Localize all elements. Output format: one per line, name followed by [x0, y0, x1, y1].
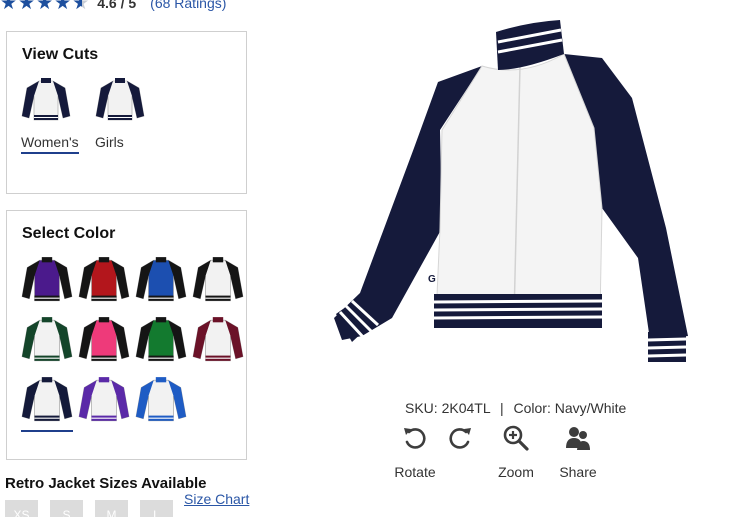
color-swatch[interactable]: [78, 375, 130, 427]
jacket-swatch-icon: [78, 377, 130, 422]
sizes-heading: Retro Jacket Sizes Available: [5, 475, 207, 492]
color-value: Navy/White: [554, 400, 627, 416]
color-swatch[interactable]: [21, 315, 73, 367]
sku-color-line: SKU: 2K04TL | Color: Navy/White: [405, 400, 626, 416]
jacket-swatch-icon: [78, 257, 130, 302]
select-color-title: Select Color: [22, 225, 116, 242]
jacket-swatch-icon: [21, 317, 73, 362]
sku-label: SKU:: [405, 400, 438, 416]
jacket-thumbnail-icon: [95, 78, 145, 121]
rating-summary: ★ ★ ★ ★ ★ 4.6 / 5 (68 Ratings): [0, 0, 226, 13]
ratings-count-link[interactable]: (68 Ratings): [150, 0, 226, 11]
svg-text:G: G: [428, 274, 436, 285]
size-chart-link[interactable]: Size Chart: [184, 491, 249, 507]
zoom-button[interactable]: Zoom: [486, 424, 546, 480]
color-swatch[interactable]: [135, 255, 187, 307]
rotate-right-icon: [449, 428, 471, 449]
jacket-swatch-icon: [135, 257, 187, 302]
jacket-swatch-icon: [21, 257, 73, 302]
color-label: Color:: [513, 400, 551, 416]
jacket-thumbnail-icon: [21, 78, 71, 121]
color-swatch[interactable]: [78, 315, 130, 367]
cut-label: Girls: [95, 134, 124, 150]
share-people-icon: [566, 427, 590, 450]
size-option-l[interactable]: L: [140, 500, 173, 517]
star-rating: ★ ★ ★ ★ ★: [0, 0, 89, 13]
rotate-right-button[interactable]: [430, 424, 490, 452]
zoom-in-icon: [503, 425, 529, 451]
cut-label: Women's: [21, 134, 79, 154]
jacket-swatch-icon: [192, 257, 244, 302]
size-option-m[interactable]: M: [95, 500, 128, 517]
star-icon: ★: [54, 0, 72, 14]
color-swatch[interactable]: [135, 375, 187, 427]
star-icon: ★: [36, 0, 54, 14]
view-cuts-title: View Cuts: [22, 46, 99, 63]
separator: |: [499, 400, 504, 416]
color-swatch[interactable]: [192, 315, 244, 367]
color-swatch[interactable]: [21, 375, 73, 432]
size-option-s[interactable]: S: [50, 500, 83, 517]
rating-value: 4.6 / 5: [97, 0, 137, 11]
color-swatch[interactable]: [78, 255, 130, 307]
cut-option-girls[interactable]: Girls: [95, 76, 155, 152]
view-cuts-panel: View Cuts Women's Girls: [6, 31, 247, 194]
size-option-xs[interactable]: XS: [5, 500, 38, 517]
star-icon: ★: [18, 0, 36, 14]
color-swatch[interactable]: [135, 315, 187, 367]
jacket-swatch-icon: [78, 317, 130, 362]
rotate-left-icon: [404, 428, 426, 449]
sku-value: 2K04TL: [441, 400, 491, 416]
jacket-swatch-icon: [192, 317, 244, 362]
color-swatch[interactable]: [21, 255, 73, 307]
share-button[interactable]: Share: [548, 424, 608, 480]
half-star-icon: ★: [72, 0, 89, 13]
star-icon: ★: [0, 0, 18, 14]
product-image[interactable]: G: [332, 18, 694, 370]
jacket-swatch-icon: [135, 377, 187, 422]
share-label: Share: [559, 464, 597, 480]
cut-option-womens[interactable]: Women's: [21, 76, 81, 154]
color-swatch[interactable]: [192, 255, 244, 307]
select-color-panel: Select Color: [6, 210, 247, 460]
jacket-swatch-icon: [21, 377, 73, 422]
jacket-swatch-icon: [135, 317, 187, 362]
zoom-label: Zoom: [498, 464, 534, 480]
rotate-label: Rotate: [394, 464, 436, 480]
